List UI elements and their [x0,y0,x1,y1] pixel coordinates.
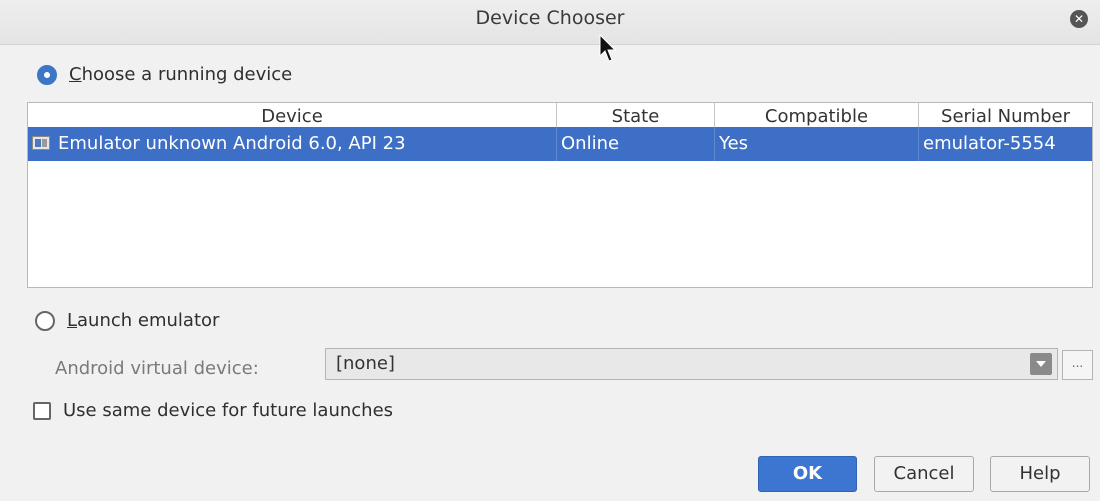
column-header-compatible[interactable]: Compatible [715,103,919,127]
cancel-button[interactable]: Cancel [874,456,974,492]
launch-emulator-radio[interactable] [35,310,55,331]
android-virtual-device-select[interactable]: [none] [325,348,1058,380]
emulator-icon [32,136,50,150]
device-table[interactable]: Device State Compatible Serial Number Em… [27,102,1093,288]
choose-running-device-radio[interactable] [37,64,57,85]
cell-state: Online [557,127,715,161]
mouse-cursor-icon [599,34,616,62]
help-button[interactable]: Help [990,456,1090,492]
same-device-checkbox[interactable] [33,401,51,420]
column-header-state[interactable]: State [557,103,715,127]
table-header: Device State Compatible Serial Number [28,103,1092,127]
launch-emulator-option[interactable]: Launch emulator [35,310,219,331]
close-icon[interactable]: ✕ [1070,10,1088,28]
ok-button[interactable]: OK [758,456,857,492]
cell-serial-number: emulator-5554 [923,133,1056,154]
cell-compatible: Yes [715,127,919,161]
android-virtual-device-value: [none] [336,353,395,374]
chevron-down-icon[interactable] [1030,353,1052,375]
title-bar: Device Chooser ✕ [0,0,1100,45]
same-device-label[interactable]: Use same device for future launches [63,400,393,421]
launch-emulator-label[interactable]: Launch emulator [67,310,219,331]
column-header-serial-number[interactable]: Serial Number [919,103,1092,127]
choose-running-device-option[interactable]: Choose a running device [37,64,292,85]
window-title: Device Chooser [475,7,625,29]
column-header-device[interactable]: Device [28,103,557,127]
browse-avd-button[interactable]: ... [1062,350,1093,380]
cell-device: Emulator unknown Android 6.0, API 23 [28,127,557,161]
same-device-option[interactable]: Use same device for future launches [33,400,393,421]
choose-running-device-label[interactable]: Choose a running device [69,64,292,85]
android-virtual-device-label: Android virtual device: [55,358,259,379]
table-row[interactable]: Emulator unknown Android 6.0, API 23 Onl… [28,127,1092,161]
